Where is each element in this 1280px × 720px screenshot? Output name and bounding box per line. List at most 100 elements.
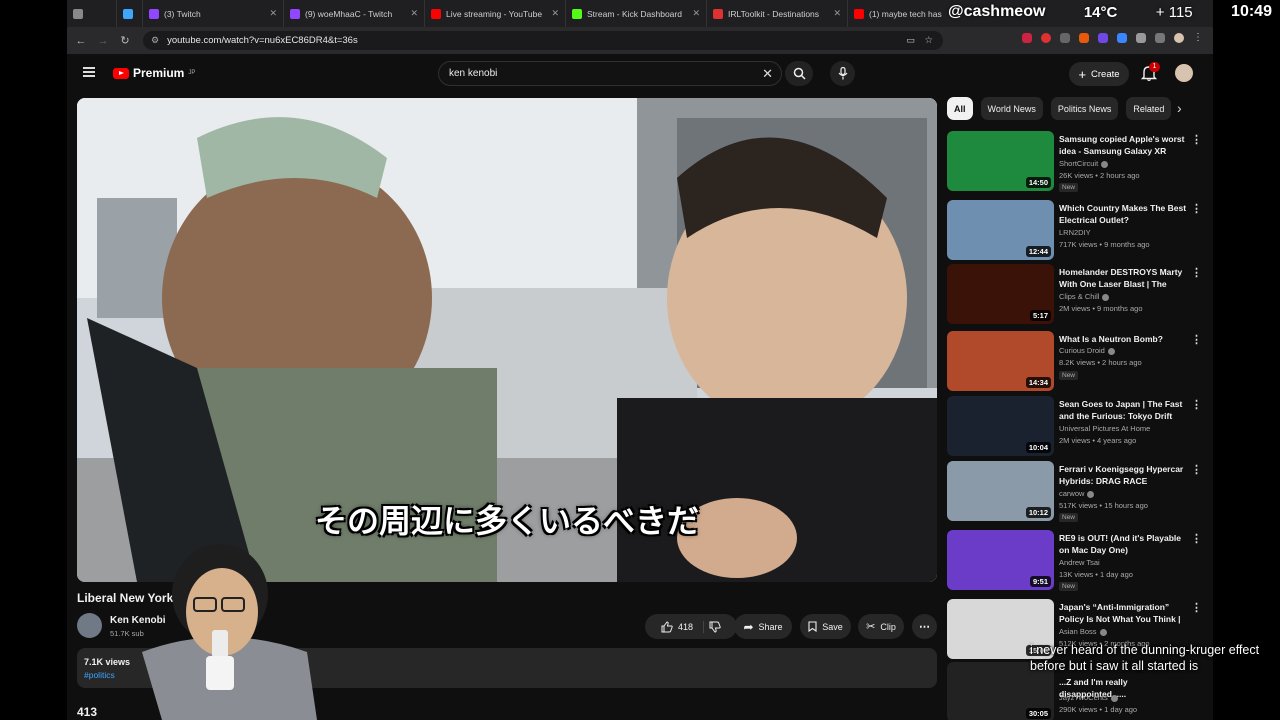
more-vertical-icon[interactable]: ⋮ bbox=[1191, 266, 1202, 279]
recommended-video[interactable]: 14:50 Samsung copied Apple's worst idea … bbox=[947, 131, 1202, 193]
create-button[interactable]: + Create bbox=[1069, 62, 1129, 86]
recommended-video[interactable]: 9:51 RE9 is OUT! (And it's Playable on M… bbox=[947, 530, 1202, 592]
webcam-overlay bbox=[102, 532, 347, 720]
more-vertical-icon[interactable]: ⋮ bbox=[1191, 463, 1202, 476]
video-title[interactable]: Homelander DESTROYS Marty With One Laser… bbox=[1059, 266, 1187, 290]
video-thumbnail[interactable]: 5:17 bbox=[947, 264, 1054, 324]
notification-badge: 1 bbox=[1149, 62, 1160, 72]
dislike-button[interactable] bbox=[709, 621, 721, 633]
youtube-header: Premium JP ken kenobi ✕ + Create 1 bbox=[67, 54, 1213, 94]
tab-label: IRLToolkit - Destinations bbox=[728, 8, 820, 19]
video-duration: 14:34 bbox=[1025, 377, 1051, 388]
youtube-premium-logo[interactable]: Premium JP bbox=[113, 66, 195, 80]
chevron-right-icon[interactable]: › bbox=[1177, 100, 1182, 116]
browser-menu-icon[interactable]: ⋮ bbox=[1193, 32, 1203, 43]
tab-youtube-live[interactable]: Live streaming - YouTube ✕ bbox=[425, 0, 566, 27]
channel-name[interactable]: Curious Droid bbox=[1059, 346, 1115, 355]
tab[interactable] bbox=[117, 0, 143, 27]
url-field[interactable]: ⚙ youtube.com/watch?v=nu6xEC86DR4&t=36s … bbox=[143, 31, 943, 50]
channel-name[interactable]: carwow bbox=[1059, 489, 1095, 498]
reading-list-icon[interactable] bbox=[1155, 32, 1165, 43]
tab[interactable] bbox=[67, 0, 117, 27]
channel-name[interactable]: JayzTwoCents bbox=[1059, 693, 1118, 702]
bookmark-star-icon[interactable]: ☆ bbox=[924, 35, 933, 46]
search-input[interactable]: ken kenobi ✕ bbox=[438, 61, 782, 86]
channel-name[interactable]: ShortCircuit bbox=[1059, 159, 1109, 168]
extension-icon[interactable] bbox=[1060, 32, 1070, 43]
close-tab-icon[interactable]: ✕ bbox=[833, 8, 841, 19]
clear-search-icon[interactable]: ✕ bbox=[762, 66, 773, 82]
video-thumbnail[interactable]: 9:51 bbox=[947, 530, 1054, 590]
streamer-handle: @cashmeow bbox=[948, 3, 1046, 20]
chip-related[interactable]: Related bbox=[1126, 97, 1172, 120]
tab-twitch-woemhaac[interactable]: (9) woeMhaaC - Twitch ✕ bbox=[284, 0, 425, 27]
clip-button[interactable]: ✂ Clip bbox=[858, 614, 904, 639]
account-avatar[interactable] bbox=[1175, 64, 1193, 82]
chip-world-news[interactable]: World News bbox=[980, 97, 1043, 120]
stream-status-overlay: @cashmeow 14°C + 115 10:49 bbox=[944, 0, 1280, 24]
video-thumbnail[interactable]: 14:50 bbox=[947, 131, 1054, 191]
extension-icon[interactable] bbox=[1098, 32, 1108, 43]
profile-icon[interactable] bbox=[1174, 32, 1184, 43]
close-tab-icon[interactable]: ✕ bbox=[269, 8, 277, 19]
more-vertical-icon[interactable]: ⋮ bbox=[1191, 202, 1202, 215]
video-meta: 26K views • 2 hours ago bbox=[1059, 171, 1140, 180]
video-title[interactable]: What Is a Neutron Bomb? bbox=[1059, 333, 1187, 345]
site-info-icon[interactable]: ⚙ bbox=[151, 35, 159, 46]
video-title[interactable]: RE9 is OUT! (And it's Playable on Mac Da… bbox=[1059, 532, 1187, 556]
reload-icon[interactable]: ↻ bbox=[114, 34, 136, 47]
video-title[interactable]: Which Country Makes The Best Electrical … bbox=[1059, 202, 1187, 226]
more-actions-button[interactable]: ⋯ bbox=[912, 614, 937, 639]
back-icon[interactable]: ← bbox=[70, 35, 92, 47]
save-button[interactable]: Save bbox=[800, 614, 851, 639]
video-thumbnail[interactable]: 12:44 bbox=[947, 200, 1054, 260]
recommended-video[interactable]: 12:44 Which Country Makes The Best Elect… bbox=[947, 200, 1202, 262]
forward-icon[interactable]: → bbox=[92, 35, 114, 47]
tab-twitch[interactable]: (3) Twitch ✕ bbox=[143, 0, 284, 27]
recommended-video[interactable]: 5:17 Homelander DESTROYS Marty With One … bbox=[947, 264, 1202, 326]
video-title[interactable]: Ferrari v Koenigsegg Hypercar Hybrids: D… bbox=[1059, 463, 1187, 487]
video-title[interactable]: Sean Goes to Japan | The Fast and the Fu… bbox=[1059, 398, 1187, 422]
channel-name[interactable]: LRN2DIY bbox=[1059, 228, 1091, 237]
clock: 10:49 bbox=[1231, 3, 1272, 20]
extension-icon[interactable] bbox=[1079, 32, 1089, 43]
channel-avatar[interactable] bbox=[77, 613, 102, 638]
extension-icon[interactable] bbox=[1022, 32, 1032, 43]
close-tab-icon[interactable]: ✕ bbox=[410, 8, 418, 19]
more-vertical-icon[interactable]: ⋮ bbox=[1191, 133, 1202, 146]
video-thumbnail[interactable]: 10:04 bbox=[947, 396, 1054, 456]
extension-icon[interactable] bbox=[1041, 32, 1051, 43]
more-vertical-icon[interactable]: ⋮ bbox=[1191, 398, 1202, 411]
tab-kick[interactable]: Stream - Kick Dashboard ✕ bbox=[566, 0, 707, 27]
chip-all[interactable]: All bbox=[947, 97, 973, 120]
extension-icon[interactable] bbox=[1117, 32, 1127, 43]
video-player[interactable]: その周辺に多くいるべきだ bbox=[77, 98, 937, 582]
video-title[interactable]: Japan's “Anti-Immigration” Policy Is Not… bbox=[1059, 601, 1187, 625]
video-thumbnail[interactable]: 14:34 bbox=[947, 331, 1054, 391]
chip-politics-news[interactable]: Politics News bbox=[1050, 97, 1119, 120]
recommended-video[interactable]: 10:04 Sean Goes to Japan | The Fast and … bbox=[947, 396, 1202, 458]
share-button[interactable]: ➦ Share bbox=[734, 614, 792, 639]
clip-label: Clip bbox=[880, 621, 896, 632]
video-title[interactable]: Samsung copied Apple's worst idea - Sams… bbox=[1059, 133, 1187, 157]
video-thumbnail[interactable]: 10:12 bbox=[947, 461, 1054, 521]
more-vertical-icon[interactable]: ⋮ bbox=[1191, 333, 1202, 346]
more-vertical-icon[interactable]: ⋮ bbox=[1191, 532, 1202, 545]
voice-search-button[interactable] bbox=[830, 61, 855, 86]
close-tab-icon[interactable]: ✕ bbox=[692, 8, 700, 19]
more-vertical-icon[interactable]: ⋮ bbox=[1191, 601, 1202, 614]
verified-icon bbox=[1101, 160, 1109, 168]
channel-name[interactable]: Asian Boss bbox=[1059, 627, 1107, 636]
search-button[interactable] bbox=[785, 61, 813, 86]
install-icon[interactable]: ▭ bbox=[906, 35, 915, 46]
recommended-video[interactable]: 10:12 Ferrari v Koenigsegg Hypercar Hybr… bbox=[947, 461, 1202, 523]
close-tab-icon[interactable]: ✕ bbox=[551, 8, 559, 19]
channel-name[interactable]: Universal Pictures At Home bbox=[1059, 424, 1150, 433]
channel-name[interactable]: Clips & Chill bbox=[1059, 292, 1110, 301]
like-button[interactable]: 418 bbox=[661, 620, 705, 633]
recommended-video[interactable]: 14:34 What Is a Neutron Bomb? Curious Dr… bbox=[947, 331, 1202, 393]
tab-irltoolkit[interactable]: IRLToolkit - Destinations ✕ bbox=[707, 0, 848, 27]
hamburger-menu-icon[interactable] bbox=[83, 67, 95, 77]
extensions-puzzle-icon[interactable] bbox=[1136, 32, 1146, 43]
channel-name[interactable]: Andrew Tsai bbox=[1059, 558, 1100, 567]
